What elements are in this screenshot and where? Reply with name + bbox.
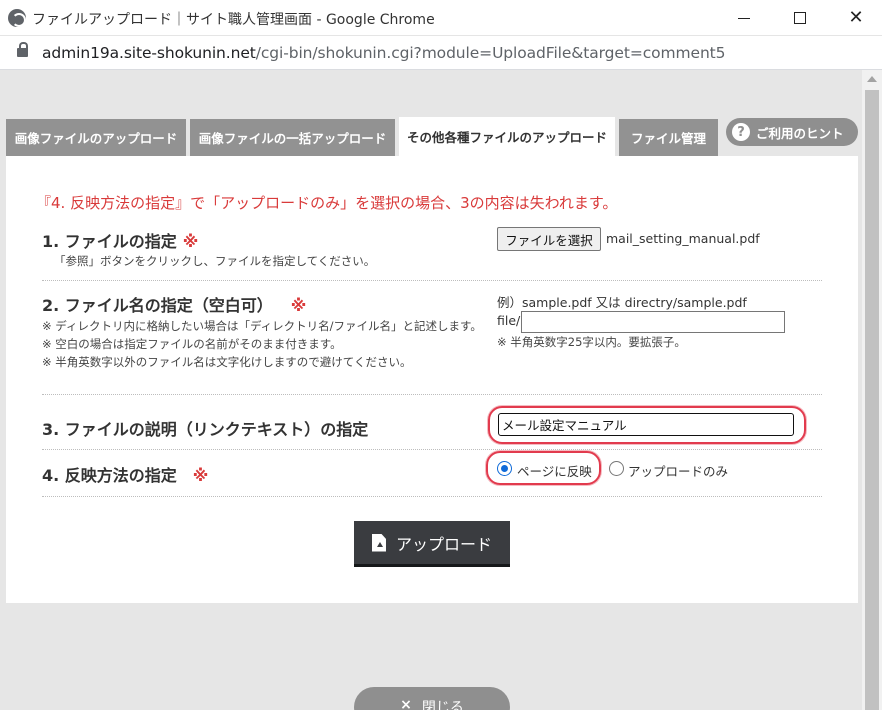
radio-reflect-page-label[interactable]: ページに反映 bbox=[517, 461, 592, 480]
method-section-title: 4. 反映方法の指定 bbox=[42, 466, 177, 485]
radio-reflect-page[interactable] bbox=[497, 461, 512, 476]
maximize-icon bbox=[794, 12, 806, 24]
question-icon: ? bbox=[732, 123, 750, 141]
page-scrollbar[interactable] bbox=[862, 70, 882, 710]
filename-notes: ※ ディレクトリ内に格納したい場合は「ディレクトリ名/ファイル名」と記述します。… bbox=[42, 317, 482, 371]
filename-hint: ※ 半角英数字25字以内。要拡張子。 bbox=[497, 335, 686, 349]
filename-section-title: 2. ファイル名の指定（空白可） bbox=[42, 296, 273, 315]
method-section-label: 4. 反映方法の指定 ※ bbox=[42, 462, 208, 486]
close-button-label: 閉じる bbox=[421, 700, 464, 710]
close-icon: × bbox=[400, 697, 412, 710]
tab-file-management[interactable]: ファイル管理 bbox=[619, 119, 718, 156]
upload-form-panel: 『4. 反映方法の指定』で「アップロードのみ」を選択の場合、3の内容は失われます… bbox=[6, 156, 858, 603]
required-mark: ※ bbox=[192, 466, 209, 485]
filename-prefix: file/ bbox=[497, 313, 521, 328]
lock-icon bbox=[17, 42, 28, 57]
filename-note: ※ 空白の場合は指定ファイルの名前がそのまま付きます。 bbox=[42, 337, 342, 351]
url-text[interactable]: admin19a.site-shokunin.net/cgi-bin/shoku… bbox=[42, 44, 726, 62]
tab-bulk-image-upload[interactable]: 画像ファイルの一括アップロード bbox=[190, 119, 395, 156]
warning-message: 『4. 反映方法の指定』で「アップロードのみ」を選択の場合、3の内容は失われます… bbox=[36, 194, 618, 212]
row-divider bbox=[42, 449, 822, 450]
url-host: admin19a.site-shokunin.net bbox=[42, 44, 256, 62]
minimize-icon bbox=[738, 17, 750, 19]
description-section-label: 3. ファイルの説明（リンクテキスト）の指定 bbox=[42, 420, 369, 439]
scroll-up-icon[interactable] bbox=[867, 76, 877, 82]
radio-upload-only-label[interactable]: アップロードのみ bbox=[628, 461, 728, 480]
filename-note: ※ 半角英数字以外のファイル名は文字化けしますので避けてください。 bbox=[42, 355, 412, 369]
required-mark: ※ bbox=[182, 232, 199, 251]
browser-icon bbox=[8, 9, 26, 27]
radio-upload-only[interactable] bbox=[609, 461, 624, 476]
filename-section-label: 2. ファイル名の指定（空白可） ※ bbox=[42, 292, 306, 316]
usage-hint-button[interactable]: ? ご利用のヒント bbox=[726, 118, 858, 146]
filename-note: ※ ディレクトリ内に格納したい場合は「ディレクトリ名/ファイル名」と記述します。 bbox=[42, 319, 482, 333]
tab-image-upload[interactable]: 画像ファイルのアップロード bbox=[6, 119, 186, 156]
row-divider bbox=[42, 496, 822, 497]
file-upload-icon bbox=[371, 533, 386, 552]
choose-file-button[interactable]: ファイルを選択 bbox=[497, 227, 601, 251]
maximize-button[interactable] bbox=[772, 0, 828, 36]
window-title: ファイルアップロード｜サイト職人管理画面 - Google Chrome bbox=[32, 12, 435, 28]
minimize-button[interactable] bbox=[716, 0, 772, 36]
file-section-title: 1. ファイルの指定 bbox=[42, 232, 177, 251]
close-window-button[interactable]: ✕ bbox=[828, 0, 882, 36]
description-input[interactable] bbox=[498, 413, 794, 436]
row-divider bbox=[42, 280, 822, 281]
url-path: /cgi-bin/shokunin.cgi?module=UploadFile&… bbox=[255, 44, 726, 62]
filename-input[interactable] bbox=[521, 311, 785, 333]
row-divider bbox=[42, 394, 822, 395]
required-mark: ※ bbox=[290, 296, 307, 315]
page-content: 画像ファイルのアップロード 画像ファイルの一括アップロード その他各種ファイルの… bbox=[0, 70, 862, 710]
upload-button-label: アップロード bbox=[395, 534, 492, 554]
close-icon: ✕ bbox=[848, 7, 864, 28]
scroll-thumb[interactable] bbox=[865, 90, 879, 710]
close-button[interactable]: × 閉じる bbox=[354, 687, 510, 710]
tab-other-file-upload[interactable]: その他各種ファイルのアップロード bbox=[399, 117, 615, 156]
usage-hint-label: ご利用のヒント bbox=[756, 125, 844, 141]
file-section-label: 1. ファイルの指定 ※ bbox=[42, 228, 198, 252]
window-titlebar: ファイルアップロード｜サイト職人管理画面 - Google Chrome ✕ bbox=[0, 0, 882, 36]
filename-example: 例）sample.pdf 又は directry/sample.pdf bbox=[497, 295, 747, 310]
selected-file-name: mail_setting_manual.pdf bbox=[606, 231, 760, 246]
address-bar[interactable]: admin19a.site-shokunin.net/cgi-bin/shoku… bbox=[0, 36, 882, 70]
file-section-note: 「参照」ボタンをクリックし、ファイルを指定してください。 bbox=[54, 254, 376, 268]
upload-button[interactable]: アップロード bbox=[354, 521, 510, 567]
